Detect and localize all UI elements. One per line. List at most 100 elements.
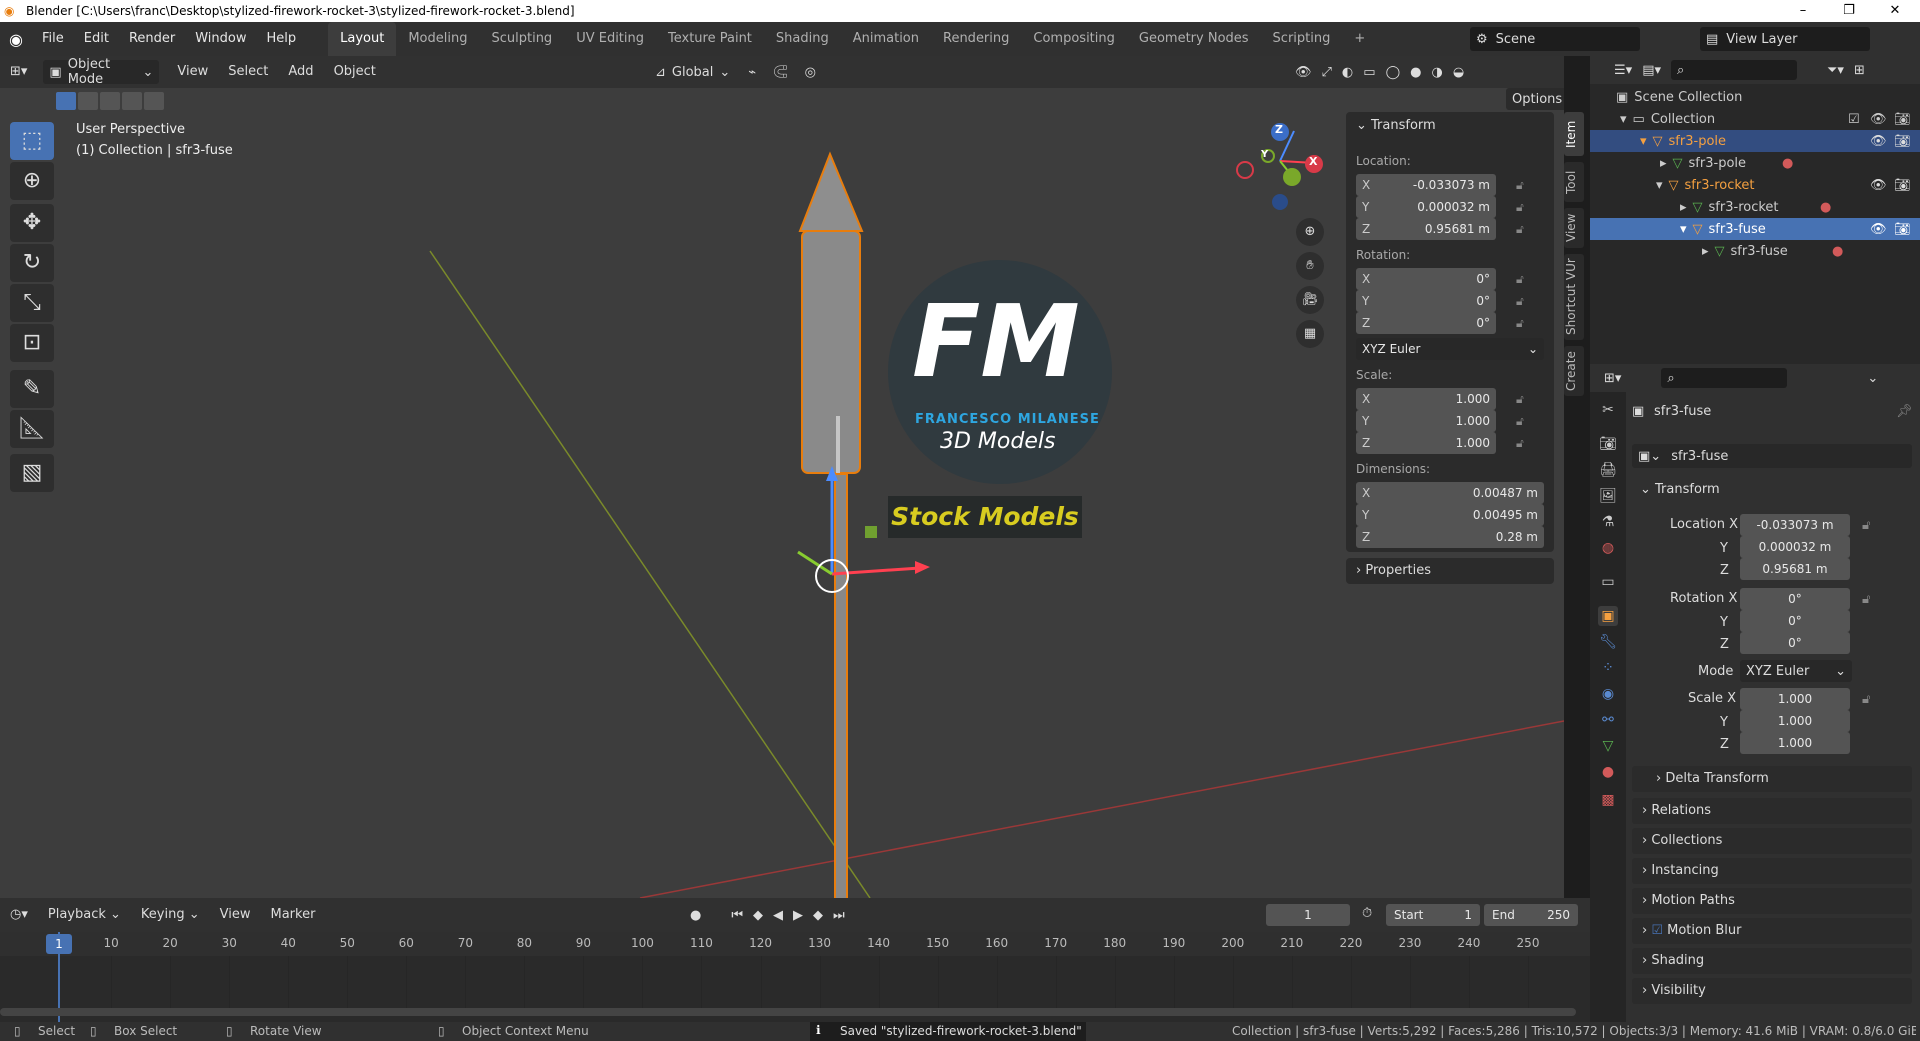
dimension-z-field[interactable]: Z 0.28 m — [1356, 526, 1544, 548]
lock-icon[interactable]: 🔓︎ — [1516, 178, 1524, 193]
location-x-field[interactable]: X -0.033073 m — [1356, 174, 1496, 196]
tab-rendering[interactable]: Rendering — [931, 22, 1021, 56]
section-motion-paths[interactable]: › Motion Paths — [1632, 888, 1912, 914]
tab-uv-editing[interactable]: UV Editing — [564, 22, 656, 56]
lock-icon[interactable]: 🔓︎ — [1862, 592, 1870, 607]
zoom-icon[interactable]: ⊕ — [1296, 218, 1324, 246]
tool-tab-icon[interactable]: ✂ — [1598, 400, 1618, 420]
section-instancing[interactable]: › Instancing — [1632, 858, 1912, 884]
menu-window[interactable]: Window — [185, 22, 256, 56]
material-shading-icon[interactable]: ◑ — [1431, 65, 1442, 80]
sidebar-tab-shortcut-vur[interactable]: Shortcut VUr — [1564, 254, 1584, 340]
lock-icon[interactable]: 🔓︎ — [1516, 436, 1524, 451]
maximize-button[interactable]: ❐ — [1826, 0, 1872, 22]
section-delta-transform[interactable]: › Delta Transform — [1632, 766, 1912, 792]
menu-edit[interactable]: Edit — [74, 22, 119, 56]
timeline-scrollbar[interactable] — [0, 1008, 1576, 1016]
jump-start-icon[interactable]: ⏮ — [731, 908, 743, 923]
tab-scripting[interactable]: Scripting — [1261, 22, 1343, 56]
expand-arrow-icon[interactable]: ▾ — [1680, 222, 1687, 237]
prop-location-x[interactable]: -0.033073 m — [1740, 514, 1850, 536]
section-shading[interactable]: › Shading — [1632, 948, 1912, 974]
overlay-toggle-icon[interactable]: ◐ — [1342, 65, 1353, 80]
start-frame-field[interactable]: Start 1 — [1386, 904, 1480, 926]
viewport-menu-select[interactable]: Select — [218, 56, 278, 88]
dimension-y-field[interactable]: Y 0.00495 m — [1356, 504, 1544, 526]
eye-icon[interactable]: 👁︎ — [1870, 178, 1887, 193]
expand-arrow-icon[interactable]: ▸ — [1680, 200, 1687, 215]
outliner-editor-icon[interactable]: ☰▾ — [1614, 63, 1632, 78]
outliner-row-sfr3-pole-mesh[interactable]: ▸ ▽ sfr3-pole ● — [1590, 152, 1920, 174]
lock-icon[interactable]: 🔓︎ — [1516, 272, 1524, 287]
sidebar-tab-create[interactable]: Create — [1564, 346, 1584, 396]
view-layer-tab-icon[interactable]: 🖼︎ — [1598, 486, 1618, 506]
playhead-frame-label[interactable]: 1 — [46, 934, 72, 954]
prev-keyframe-icon[interactable]: ◆ — [753, 908, 763, 923]
tab-animation[interactable]: Animation — [841, 22, 931, 56]
outliner-row-sfr3-pole[interactable]: ▾ ▽ sfr3-pole 👁︎ 📷︎ — [1590, 130, 1920, 152]
options-dropdown[interactable]: Options ⌄ — [1506, 88, 1564, 110]
checkbox-icon[interactable]: ☑ — [1848, 112, 1860, 127]
tab-sculpting[interactable]: Sculpting — [479, 22, 564, 56]
scale-y-field[interactable]: Y 1.000 — [1356, 410, 1496, 432]
timeline-menu-marker[interactable]: Marker — [260, 899, 325, 931]
eye-icon[interactable]: 👁︎ — [1870, 112, 1887, 127]
tab-shading[interactable]: Shading — [764, 22, 841, 56]
pan-hand-icon[interactable]: ✋︎ — [1296, 252, 1324, 280]
tab-modeling[interactable]: Modeling — [396, 22, 479, 56]
expand-arrow-icon[interactable]: ▾ — [1620, 112, 1627, 127]
pin-icon[interactable]: 📌︎ — [1896, 404, 1913, 419]
outliner-search-input[interactable]: ⌕ — [1671, 60, 1797, 80]
timeline-menu-view[interactable]: View — [210, 899, 261, 931]
lock-icon[interactable]: 🔓︎ — [1516, 200, 1524, 215]
camera-icon[interactable]: 📷︎ — [1894, 222, 1911, 237]
outliner-row-sfr3-fuse-mesh[interactable]: ▸ ▽ sfr3-fuse ● — [1590, 240, 1920, 262]
render-tab-icon[interactable]: 📷︎ — [1598, 434, 1618, 454]
prop-rotation-x[interactable]: 0° — [1740, 588, 1850, 610]
sidebar-tab-view[interactable]: View — [1564, 208, 1584, 248]
tab-layout[interactable]: Layout — [328, 22, 397, 56]
select-box-tool-icon[interactable]: ⬚ — [10, 122, 54, 160]
expand-arrow-icon[interactable]: ▸ — [1702, 244, 1709, 259]
close-button[interactable]: ✕ — [1872, 0, 1918, 22]
select-new-icon[interactable] — [56, 92, 76, 110]
dimension-x-field[interactable]: X 0.00487 m — [1356, 482, 1544, 504]
expand-arrow-icon[interactable]: ▾ — [1656, 178, 1663, 193]
play-icon[interactable]: ▶ — [793, 908, 803, 923]
lock-icon[interactable]: 🔓︎ — [1862, 692, 1870, 707]
viewport-menu-view[interactable]: View — [167, 56, 218, 88]
lock-icon[interactable]: 🔓︎ — [1516, 392, 1524, 407]
gizmo-toggle-icon[interactable]: ⤢ — [1322, 65, 1332, 80]
tab-compositing[interactable]: Compositing — [1021, 22, 1127, 56]
rotation-z-field[interactable]: Z 0° — [1356, 312, 1496, 334]
eye-icon[interactable]: 👁︎ — [1870, 222, 1887, 237]
camera-icon[interactable]: 📷︎ — [1894, 134, 1911, 149]
record-icon[interactable]: ● — [690, 908, 701, 923]
clock-icon[interactable]: ⏱ — [1362, 906, 1372, 921]
select-subtract-icon[interactable] — [100, 92, 120, 110]
timeline-menu-keying[interactable]: Keying ⌄ — [131, 899, 210, 931]
measure-tool-icon[interactable]: 📐︎ — [10, 410, 54, 448]
transform-tool-icon[interactable]: ⊡ — [10, 324, 54, 362]
prop-rotation-y[interactable]: 0° — [1740, 610, 1850, 632]
section-collections[interactable]: › Collections — [1632, 828, 1912, 854]
outliner-row-collection[interactable]: ▾ ▭ Collection ☑ 👁︎ 📷︎ — [1590, 108, 1920, 130]
properties-search-input[interactable]: ⌕ — [1661, 368, 1788, 388]
sidebar-tab-item[interactable]: Item — [1564, 112, 1584, 156]
rendered-shading-icon[interactable]: ◒ — [1453, 65, 1464, 80]
scale-tool-icon[interactable]: ⤡ — [10, 284, 54, 322]
properties-editor-icon[interactable]: ⊞▾ — [1604, 371, 1621, 386]
timeline-menu-playback[interactable]: Playback ⌄ — [38, 899, 131, 931]
timeline[interactable]: 1102030405060708090100110120130140150160… — [0, 932, 1590, 1022]
lock-icon[interactable]: 🔓︎ — [1516, 222, 1524, 237]
new-collection-icon[interactable]: ⊞ — [1854, 63, 1865, 78]
chevron-down-icon[interactable]: ⌄ — [1867, 371, 1878, 386]
select-invert-icon[interactable] — [122, 92, 142, 110]
physics-tab-icon[interactable]: ◉ — [1598, 684, 1618, 704]
pivot-icon[interactable]: ⌁ — [748, 65, 756, 80]
menu-file[interactable]: File — [32, 22, 74, 56]
outliner-row-sfr3-rocket-mesh[interactable]: ▸ ▽ sfr3-rocket ● — [1590, 196, 1920, 218]
modifier-tab-icon[interactable]: 🔧︎ — [1598, 632, 1618, 652]
lock-icon[interactable]: 🔓︎ — [1516, 294, 1524, 309]
section-motion-blur[interactable]: › ☑ Motion Blur — [1632, 918, 1912, 944]
